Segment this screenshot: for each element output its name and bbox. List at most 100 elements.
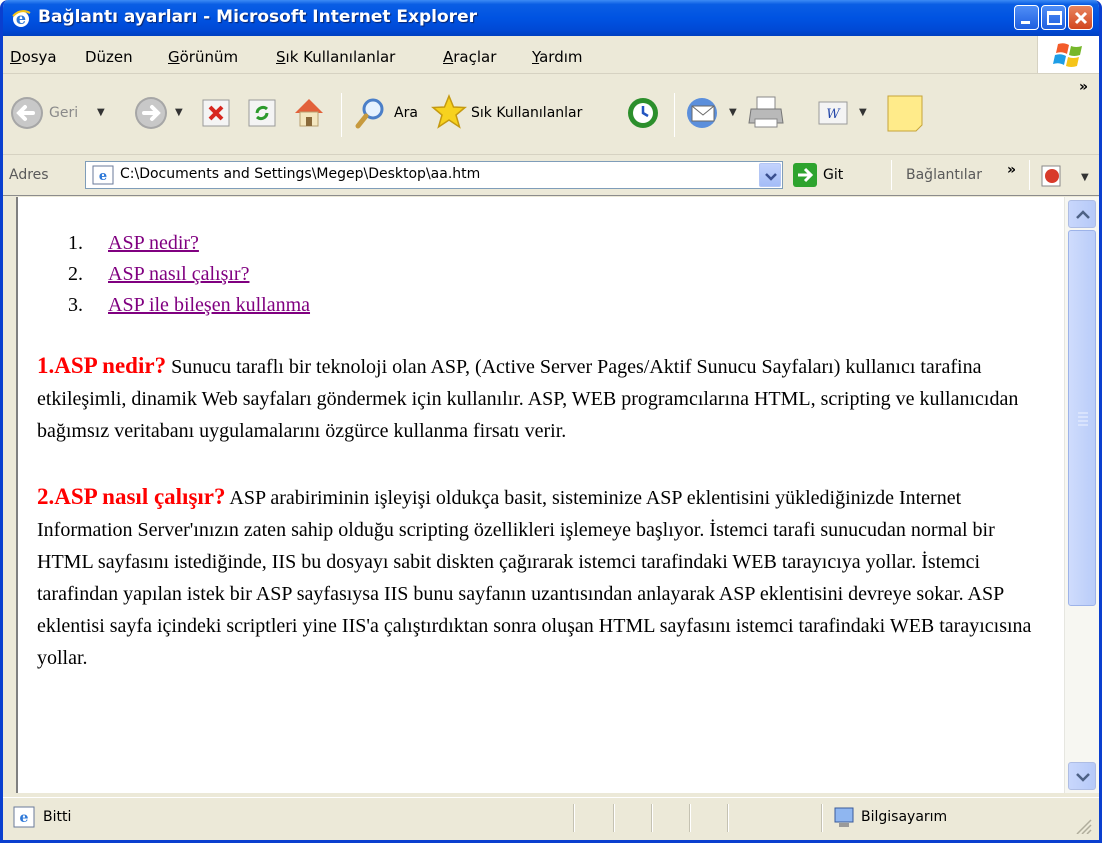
address-bar: Adres e C:\Documents and Settings\Megep\… bbox=[3, 156, 1099, 196]
svg-text:W: W bbox=[826, 107, 841, 122]
window-title: Bağlantı ayarları - Microsoft Internet E… bbox=[38, 7, 477, 27]
maximize-button[interactable] bbox=[1041, 5, 1066, 30]
menu-yardim[interactable]: Yardım bbox=[532, 48, 583, 66]
section-body: Sunucu taraflı bir teknoloji olan ASP, (… bbox=[37, 356, 1019, 442]
pdf-tool-icon[interactable] bbox=[1039, 164, 1067, 188]
word-edit-icon[interactable]: W bbox=[815, 95, 851, 131]
forward-dropdown-icon[interactable]: ▼ bbox=[175, 107, 183, 118]
security-zone-label: Bilgisayarım bbox=[861, 809, 948, 825]
section-body: ASP arabiriminin işleyişi oldukça basit,… bbox=[37, 487, 1032, 669]
links-label[interactable]: Bağlantılar bbox=[906, 167, 982, 183]
stop-icon[interactable] bbox=[200, 97, 232, 129]
menu-gorunum-mnemonic: G bbox=[168, 48, 180, 66]
scroll-up-button[interactable] bbox=[1068, 200, 1096, 228]
status-text: Bitti bbox=[43, 809, 72, 825]
search-button-label[interactable]: Ara bbox=[394, 105, 418, 121]
my-computer-icon bbox=[834, 807, 854, 827]
status-panel bbox=[613, 804, 615, 832]
address-url[interactable]: C:\Documents and Settings\Megep\Desktop\… bbox=[120, 166, 480, 182]
discuss-note-icon[interactable] bbox=[885, 93, 925, 133]
mail-icon[interactable] bbox=[684, 95, 724, 131]
browser-window: e Bağlantı ayarları - Microsoft Internet… bbox=[0, 0, 1102, 843]
standard-toolbar: Geri ▼ ▼ Ara Sık Kullanılanlar ▼ W ▼ » bbox=[3, 75, 1099, 155]
links-overflow-chevron[interactable]: » bbox=[1007, 162, 1016, 178]
toolbar-separator bbox=[674, 93, 675, 137]
menu-gorunum-label: örünüm bbox=[179, 48, 239, 66]
menu-sik-kullanilanlar[interactable]: Sık Kullanılanlar bbox=[276, 48, 395, 66]
back-dropdown-icon[interactable]: ▼ bbox=[97, 107, 105, 118]
toolbar-separator bbox=[341, 93, 342, 137]
status-panel bbox=[651, 804, 653, 832]
menu-duzen[interactable]: Düzen bbox=[85, 48, 133, 66]
toc-link-asp-nasil-calisir[interactable]: ASP nasıl çalışır? bbox=[108, 263, 249, 285]
pdf-dropdown-icon[interactable]: ▼ bbox=[1081, 172, 1089, 183]
chevron-up-icon bbox=[1076, 210, 1090, 219]
menu-araclar-label: raçlar bbox=[453, 48, 497, 66]
section-asp-nasil-calisir: 2.ASP nasıl çalışır? ASP arabiriminin iş… bbox=[37, 481, 1037, 674]
history-icon[interactable] bbox=[625, 95, 661, 131]
menu-araclar[interactable]: Araçlar bbox=[443, 48, 496, 66]
close-button[interactable] bbox=[1068, 5, 1093, 30]
minimize-icon bbox=[1021, 21, 1030, 24]
section-heading: 2.ASP nasıl çalışır? bbox=[37, 484, 226, 509]
svg-text:e: e bbox=[99, 169, 107, 184]
status-panel bbox=[727, 804, 729, 832]
section-asp-nedir: 1.ASP nedir? Sunucu taraflı bir teknoloj… bbox=[37, 350, 1037, 447]
toc-link-asp-nedir[interactable]: ASP nedir? bbox=[108, 232, 199, 254]
minimize-button[interactable] bbox=[1014, 5, 1039, 30]
toc-number: 1. bbox=[68, 232, 83, 254]
status-panel bbox=[821, 804, 823, 832]
status-panel bbox=[573, 804, 575, 832]
print-icon[interactable] bbox=[747, 93, 787, 131]
address-separator bbox=[1029, 160, 1030, 190]
status-bar: e Bitti Bilgisayarım bbox=[3, 797, 1099, 837]
address-dropdown-button[interactable] bbox=[759, 163, 781, 187]
table-of-contents: 1. ASP nedir? 2. ASP nasıl çalışır? 3. ASP … bbox=[37, 227, 1037, 320]
home-icon[interactable] bbox=[290, 93, 328, 131]
edit-dropdown-icon[interactable]: ▼ bbox=[859, 107, 867, 118]
search-icon[interactable] bbox=[353, 95, 389, 131]
toc-link-asp-bilesen[interactable]: ASP ile bileşen kullanma bbox=[108, 294, 310, 316]
back-arrow-icon[interactable] bbox=[9, 95, 45, 131]
back-button-label[interactable]: Geri bbox=[49, 105, 78, 121]
menu-dosya[interactable]: Dosya bbox=[10, 48, 57, 66]
favorites-star-icon[interactable] bbox=[430, 93, 468, 131]
refresh-icon[interactable] bbox=[246, 97, 278, 129]
page-body: 1. ASP nedir? 2. ASP nasıl çalışır? 3. ASP … bbox=[37, 227, 1037, 674]
title-bar[interactable]: e Bağlantı ayarları - Microsoft Internet… bbox=[3, 0, 1099, 36]
section-heading: 1.ASP nedir? bbox=[37, 353, 167, 378]
scroll-thumb[interactable] bbox=[1068, 230, 1096, 606]
grip-icon bbox=[1078, 412, 1088, 426]
scroll-down-button[interactable] bbox=[1068, 762, 1096, 790]
menu-duzen-label: Düzen bbox=[85, 48, 133, 66]
svg-text:e: e bbox=[20, 810, 29, 826]
go-button[interactable] bbox=[793, 163, 817, 187]
menu-dosya-mnemonic: D bbox=[10, 48, 22, 66]
menu-dosya-label: osya bbox=[21, 48, 57, 66]
resize-grip-icon[interactable] bbox=[1075, 818, 1093, 834]
chevron-down-icon bbox=[1076, 773, 1090, 782]
windows-logo bbox=[1037, 36, 1099, 73]
menu-araclar-mnemonic: A bbox=[443, 48, 454, 66]
page-icon: e bbox=[92, 165, 114, 185]
close-icon bbox=[1074, 11, 1088, 25]
toc-item: 2. ASP nasıl çalışır? bbox=[37, 258, 1037, 289]
ie-logo-icon[interactable]: e bbox=[10, 7, 32, 29]
status-panel bbox=[689, 804, 691, 832]
forward-arrow-icon[interactable] bbox=[133, 95, 169, 131]
page-content: 1. ASP nedir? 2. ASP nasıl çalışır? 3. ASP … bbox=[16, 197, 1064, 793]
address-input[interactable]: e C:\Documents and Settings\Megep\Deskto… bbox=[85, 161, 783, 189]
address-separator bbox=[891, 160, 892, 190]
toc-number: 2. bbox=[68, 263, 83, 285]
menu-sik-mnemonic: S bbox=[276, 48, 286, 66]
go-arrow-icon bbox=[798, 167, 814, 183]
toolbar-overflow-chevron[interactable]: » bbox=[1079, 79, 1088, 95]
go-button-label[interactable]: Git bbox=[823, 167, 843, 183]
favorites-button-label[interactable]: Sık Kullanılanlar bbox=[471, 105, 582, 121]
vertical-scrollbar[interactable] bbox=[1064, 197, 1099, 793]
menu-sik-label: ık Kullanılanlar bbox=[285, 48, 396, 66]
menu-gorunum[interactable]: Görünüm bbox=[168, 48, 238, 66]
maximize-icon bbox=[1047, 11, 1062, 25]
mail-dropdown-icon[interactable]: ▼ bbox=[729, 107, 737, 118]
toc-item: 1. ASP nedir? bbox=[37, 227, 1037, 258]
